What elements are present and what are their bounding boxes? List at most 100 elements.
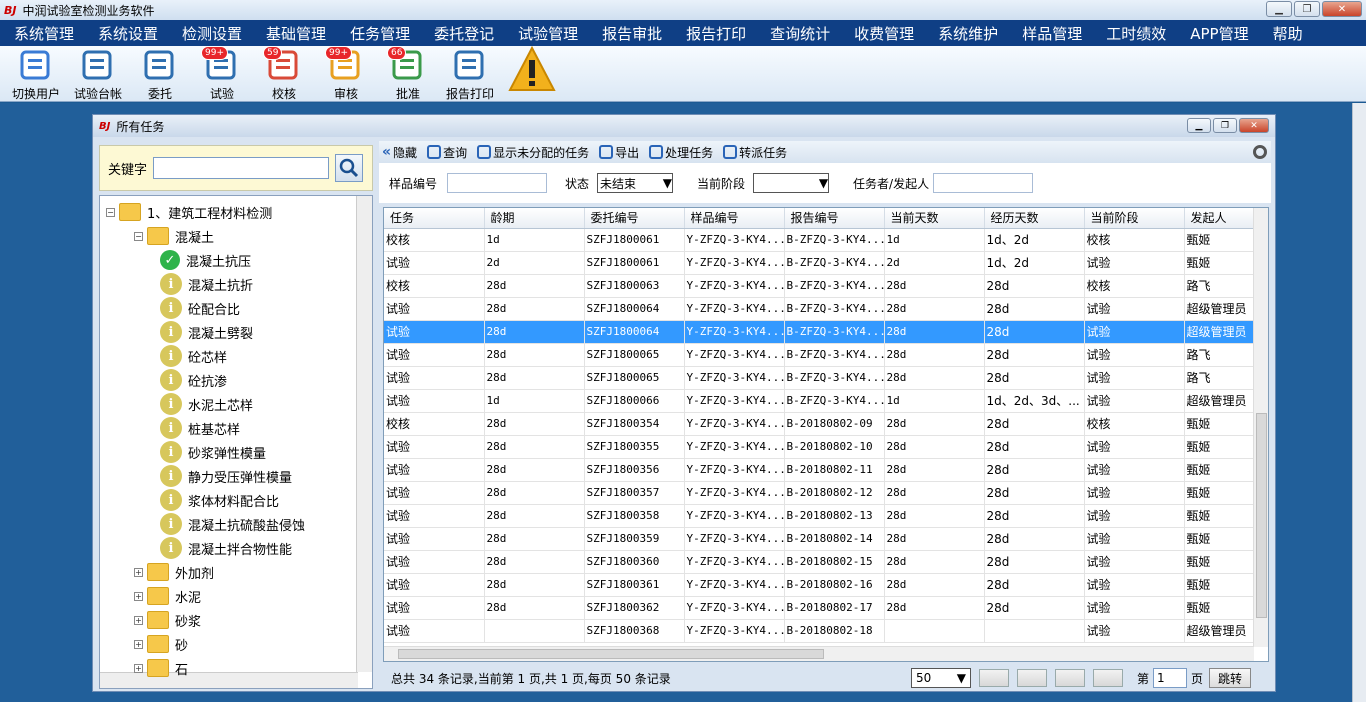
- grid-vscroll-thumb[interactable]: [1256, 413, 1267, 618]
- column-header[interactable]: 发起人: [1184, 208, 1255, 229]
- toolbar-button[interactable]: 报告打印: [440, 48, 500, 101]
- column-header[interactable]: 当前阶段: [1084, 208, 1185, 229]
- tree-node[interactable]: + 石: [134, 656, 188, 680]
- toolbar-button[interactable]: 59 校核: [254, 46, 314, 101]
- expand-toggle-icon[interactable]: +: [134, 663, 143, 673]
- task-toolbar-button[interactable]: 查询: [424, 144, 470, 161]
- toolbar-button[interactable]: 委托: [130, 48, 190, 101]
- page-input[interactable]: 1: [1153, 668, 1188, 688]
- tree-node[interactable]: i 混凝土抗硫酸盐侵蚀: [160, 512, 305, 536]
- tree-vertical-scrollbar[interactable]: [356, 196, 372, 672]
- column-header[interactable]: 任务: [384, 208, 485, 229]
- grid-horizontal-scrollbar[interactable]: [384, 646, 1254, 661]
- tree-node[interactable]: i 混凝土劈裂: [160, 320, 253, 344]
- expand-toggle-icon[interactable]: +: [134, 615, 143, 625]
- tree-node[interactable]: i 水泥土芯样: [160, 392, 253, 416]
- expand-toggle-icon[interactable]: +: [134, 591, 143, 601]
- menu-item[interactable]: 任务管理: [336, 23, 420, 44]
- task-toolbar-button[interactable]: 处理任务: [646, 144, 716, 161]
- task-toolbar-button[interactable]: 转派任务: [720, 144, 790, 161]
- table-row[interactable]: 校核 28d SZFJ1800354 Y-ZFZQ-3-KY4... B-2018080…: [384, 412, 1255, 436]
- tree-node[interactable]: i 静力受压弹性模量: [160, 464, 292, 488]
- next-page-button[interactable]: [1055, 669, 1085, 687]
- sample-input[interactable]: [447, 173, 548, 193]
- menu-item[interactable]: 委托登记: [420, 23, 504, 44]
- table-row[interactable]: 试验 28d SZFJ1800356 Y-ZFZQ-3-KY4... B-2018080…: [384, 458, 1255, 482]
- stage-select[interactable]: ▼: [753, 173, 830, 193]
- column-header[interactable]: 龄期: [484, 208, 585, 229]
- menu-item[interactable]: 试验管理: [504, 23, 588, 44]
- table-row[interactable]: 校核 28d SZFJ1800063 Y-ZFZQ-3-KY4... B-ZFZQ-3-…: [384, 274, 1255, 298]
- menu-item[interactable]: 报告打印: [672, 23, 756, 44]
- column-header[interactable]: 委托编号: [584, 208, 685, 229]
- table-row[interactable]: 试验 28d SZFJ1800362 Y-ZFZQ-3-KY4... B-2018080…: [384, 596, 1255, 620]
- child-maximize-button[interactable]: ❐: [1213, 118, 1237, 133]
- toolbar-button[interactable]: 切换用户: [6, 48, 66, 101]
- table-row[interactable]: 试验 28d SZFJ1800361 Y-ZFZQ-3-KY4... B-2018080…: [384, 573, 1255, 597]
- toolbar-button[interactable]: 试验台帐: [68, 48, 128, 101]
- table-row[interactable]: 试验 28d SZFJ1800065 Y-ZFZQ-3-KY4... B-ZFZQ-3-…: [384, 343, 1255, 367]
- column-header[interactable]: 样品编号: [684, 208, 785, 229]
- table-row[interactable]: 试验 28d SZFJ1800360 Y-ZFZQ-3-KY4... B-2018080…: [384, 550, 1255, 574]
- close-button[interactable]: ✕: [1322, 1, 1362, 17]
- tree-node[interactable]: + 砂: [134, 632, 188, 656]
- tree-node[interactable]: + 砂浆: [134, 608, 201, 632]
- table-row[interactable]: 试验 SZFJ1800368 Y-ZFZQ-3-KY4... B-20180802-1…: [384, 619, 1255, 643]
- menu-item[interactable]: APP管理: [1176, 23, 1258, 44]
- toolbar-button[interactable]: [502, 45, 562, 100]
- menu-item[interactable]: 样品管理: [1008, 23, 1092, 44]
- expand-toggle-icon[interactable]: −: [106, 207, 115, 217]
- last-page-button[interactable]: [1093, 669, 1123, 687]
- page-size-select[interactable]: 50 ▼: [911, 668, 971, 688]
- prev-page-button[interactable]: [1017, 669, 1047, 687]
- menu-item[interactable]: 系统维护: [924, 23, 1008, 44]
- search-button[interactable]: [335, 154, 364, 182]
- table-row[interactable]: 试验 28d SZFJ1800355 Y-ZFZQ-3-KY4... B-2018080…: [384, 435, 1255, 459]
- menu-item[interactable]: 系统设置: [84, 23, 168, 44]
- expand-toggle-icon[interactable]: −: [134, 231, 143, 241]
- tree-node[interactable]: − 混凝土: [134, 224, 214, 248]
- assignee-input[interactable]: [933, 173, 1034, 193]
- column-header[interactable]: 报告编号: [784, 208, 885, 229]
- menu-item[interactable]: 系统管理: [0, 23, 84, 44]
- table-row[interactable]: 试验 28d SZFJ1800064 Y-ZFZQ-3-KY4... B-ZFZQ-3-…: [384, 297, 1255, 321]
- menu-item[interactable]: 报告审批: [588, 23, 672, 44]
- first-page-button[interactable]: [979, 669, 1009, 687]
- menu-item[interactable]: 收费管理: [840, 23, 924, 44]
- tree-node[interactable]: i 砼芯样: [160, 344, 227, 368]
- tree-node[interactable]: i 浆体材料配合比: [160, 488, 279, 512]
- toolbar-button[interactable]: 99+ 试验: [192, 46, 252, 101]
- column-header[interactable]: 经历天数: [984, 208, 1085, 229]
- menu-item[interactable]: 帮助: [1259, 23, 1313, 44]
- tree-node[interactable]: − 1、建筑工程材料检测: [106, 200, 272, 224]
- status-select[interactable]: 未结束 ▼: [597, 173, 674, 193]
- keyword-input[interactable]: [153, 157, 330, 179]
- table-row[interactable]: 试验 28d SZFJ1800357 Y-ZFZQ-3-KY4... B-2018080…: [384, 481, 1255, 505]
- task-toolbar-button[interactable]: 显示未分配的任务: [474, 144, 592, 161]
- tree-node[interactable]: ✓ 混凝土抗压: [160, 248, 251, 272]
- tree-node[interactable]: i 混凝土抗折: [160, 272, 253, 296]
- minimize-button[interactable]: ▁: [1266, 1, 1292, 17]
- menu-item[interactable]: 工时绩效: [1092, 23, 1176, 44]
- tree-node[interactable]: i 砼配合比: [160, 296, 240, 320]
- table-row[interactable]: 试验 1d SZFJ1800066 Y-ZFZQ-3-KY4... B-ZFZQ-3-K…: [384, 389, 1255, 413]
- task-toolbar-button[interactable]: 导出: [596, 144, 642, 161]
- table-row[interactable]: 试验 28d SZFJ1800065 Y-ZFZQ-3-KY4... B-ZFZQ-3-…: [384, 366, 1255, 390]
- tree-node[interactable]: i 砂浆弹性模量: [160, 440, 266, 464]
- grid-hscroll-thumb[interactable]: [398, 649, 824, 659]
- tree-node[interactable]: i 砼抗渗: [160, 368, 227, 392]
- workspace-scrollbar[interactable]: [1352, 103, 1366, 702]
- grid-vertical-scrollbar[interactable]: [1253, 208, 1268, 647]
- table-row[interactable]: 试验 2d SZFJ1800061 Y-ZFZQ-3-KY4... B-ZFZQ-3-K…: [384, 251, 1255, 275]
- table-row[interactable]: 校核 1d SZFJ1800061 Y-ZFZQ-3-KY4... B-ZFZQ-3-K…: [384, 228, 1255, 252]
- expand-toggle-icon[interactable]: +: [134, 567, 143, 577]
- toolbar-button[interactable]: 66 批准: [378, 46, 438, 101]
- child-close-button[interactable]: ✕: [1239, 118, 1269, 133]
- go-button[interactable]: 跳转: [1209, 668, 1252, 688]
- tree-node[interactable]: + 水泥: [134, 584, 201, 608]
- table-row[interactable]: 试验 28d SZFJ1800064 Y-ZFZQ-3-KY4... B-ZFZQ-3-…: [384, 320, 1255, 344]
- child-minimize-button[interactable]: ▁: [1187, 118, 1211, 133]
- task-toolbar-button[interactable]: «隐藏: [379, 144, 420, 161]
- menu-item[interactable]: 检测设置: [168, 23, 252, 44]
- menu-item[interactable]: 查询统计: [756, 23, 840, 44]
